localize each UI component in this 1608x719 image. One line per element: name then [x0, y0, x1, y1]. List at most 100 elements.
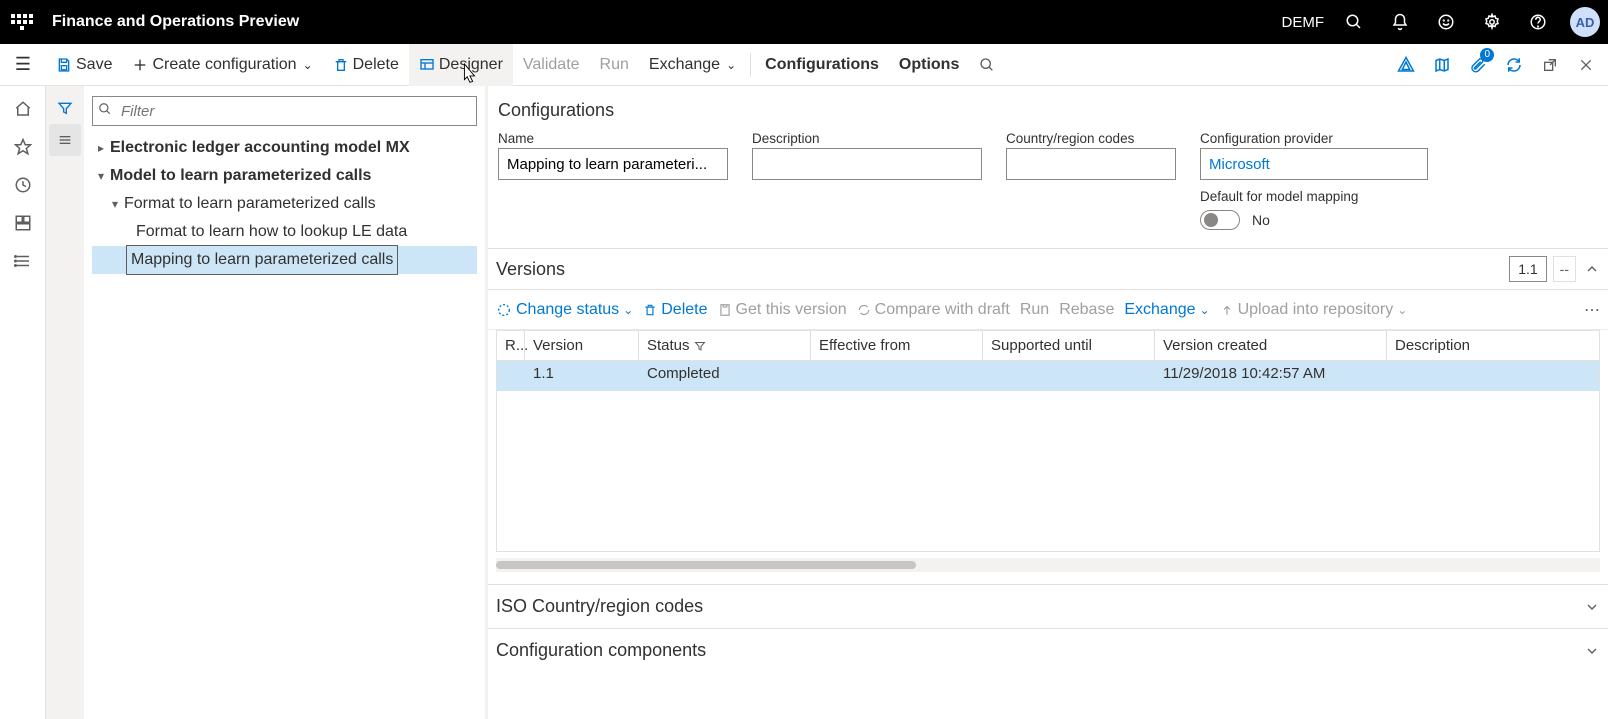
tree-node-label: Electronic ledger accounting model MX [110, 134, 410, 162]
chevron-down-icon [1584, 599, 1600, 615]
tree-node-label: Model to learn parameterized calls [110, 162, 371, 190]
rebase-button: Rebase [1059, 301, 1114, 319]
user-avatar[interactable]: AD [1570, 7, 1600, 37]
app-title: Finance and Operations Preview [44, 13, 299, 31]
chevron-down-icon[interactable]: ▾ [106, 190, 124, 218]
close-icon[interactable] [1568, 44, 1604, 86]
nav-hamburger-button[interactable]: ☰ [0, 44, 46, 86]
attachments-button[interactable]: 0 [1460, 44, 1496, 86]
list-pane-icon[interactable] [49, 124, 81, 156]
country-region-codes-input[interactable] [1006, 148, 1176, 180]
section-iso-label: ISO Country/region codes [496, 596, 703, 617]
section-components-label: Configuration components [496, 640, 706, 661]
delete-label: Delete [353, 56, 399, 74]
configurations-button[interactable]: Configurations [755, 44, 889, 86]
chevron-down-icon [1584, 643, 1600, 659]
column-header-r[interactable]: R... [497, 331, 525, 360]
create-configuration-button[interactable]: Create configuration ⌄ [122, 44, 322, 86]
cell-created: 11/29/2018 10:42:57 AM [1155, 361, 1387, 391]
designer-label: Designer [439, 56, 503, 74]
toolbar-search-button[interactable] [969, 44, 1005, 86]
chevron-down-icon: ⌄ [303, 58, 313, 72]
version-run-button: Run [1020, 301, 1049, 319]
validate-button[interactable]: Validate [513, 44, 590, 86]
workspaces-icon[interactable] [0, 204, 46, 242]
designer-button[interactable]: Designer [409, 44, 513, 86]
attachments-count: 0 [1480, 48, 1494, 62]
tree-node-label: Format to learn parameterized calls [124, 190, 376, 218]
version-sep: -- [1553, 256, 1576, 282]
save-label: Save [76, 56, 112, 74]
search-icon[interactable] [1332, 0, 1376, 44]
section-components[interactable]: Configuration components [488, 628, 1608, 672]
map-icon[interactable] [1424, 44, 1460, 86]
help-icon[interactable] [1516, 0, 1560, 44]
compare-label: Compare with draft [875, 301, 1010, 319]
filter-icon[interactable] [694, 340, 706, 352]
chevron-down-icon[interactable]: ▾ [92, 162, 110, 190]
run-button[interactable]: Run [590, 44, 639, 86]
refresh-icon[interactable] [1496, 44, 1532, 86]
column-header-version[interactable]: Version [525, 331, 639, 360]
field-label-default: Default for model mapping [1200, 189, 1358, 206]
section-title-configurations: Configurations [496, 92, 1600, 131]
tree-node-label: Format to learn how to lookup LE data [136, 218, 407, 246]
tree-filter-input[interactable] [92, 96, 477, 126]
field-label-name: Name [498, 131, 728, 148]
settings-icon[interactable] [1470, 0, 1514, 44]
chevron-up-icon[interactable] [1584, 261, 1600, 277]
company-picker[interactable]: DEMF [1276, 14, 1331, 31]
configurations-label: Configurations [765, 56, 879, 74]
recent-icon[interactable] [0, 166, 46, 204]
chevron-right-icon[interactable]: ▸ [92, 134, 110, 162]
modules-icon[interactable] [0, 242, 46, 280]
description-input[interactable] [752, 148, 982, 180]
column-header-effective[interactable]: Effective from [811, 331, 983, 360]
home-icon[interactable] [0, 90, 46, 128]
configuration-provider-input[interactable] [1200, 148, 1428, 180]
section-iso[interactable]: ISO Country/region codes [488, 584, 1608, 628]
upload-button: Upload into repository ⌄ [1220, 301, 1408, 319]
horizontal-scrollbar[interactable] [496, 558, 1600, 572]
notifications-icon[interactable] [1378, 0, 1422, 44]
upload-label: Upload into repository [1238, 301, 1394, 319]
search-icon [98, 102, 112, 116]
tree-node[interactable]: Format to learn how to lookup LE data [92, 218, 477, 246]
tree-node[interactable]: ▾ Format to learn parameterized calls [92, 190, 477, 218]
column-header-created[interactable]: Version created [1155, 331, 1387, 360]
version-exchange-button[interactable]: Exchange ⌄ [1124, 301, 1209, 319]
field-label-description: Description [752, 131, 982, 148]
save-button[interactable]: Save [46, 44, 122, 86]
options-button[interactable]: Options [889, 44, 969, 86]
toolbar-divider [750, 53, 751, 77]
default-mapping-toggle[interactable] [1200, 210, 1240, 230]
favorites-icon[interactable] [0, 128, 46, 166]
table-row[interactable]: 1.1 Completed 11/29/2018 10:42:57 AM [497, 361, 1599, 391]
validate-label: Validate [523, 56, 580, 74]
change-status-button[interactable]: Change status ⌄ [496, 301, 633, 319]
name-input[interactable] [498, 148, 728, 180]
exchange-button[interactable]: Exchange ⌄ [639, 44, 746, 86]
feedback-icon[interactable] [1424, 0, 1468, 44]
filter-pane-icon[interactable] [49, 92, 81, 124]
change-status-label: Change status [516, 301, 619, 319]
column-header-description[interactable]: Description [1387, 331, 1599, 360]
column-header-status[interactable]: Status [639, 331, 811, 360]
version-delete-button[interactable]: Delete [643, 301, 707, 319]
globe-icon[interactable] [1388, 44, 1424, 86]
tree-node[interactable]: ▸ Electronic ledger accounting model MX [92, 134, 477, 162]
exchange-label: Exchange [649, 56, 720, 74]
more-actions-button[interactable]: ⋯ [1584, 300, 1600, 320]
version-badge[interactable]: 1.1 [1509, 256, 1546, 282]
cell-version: 1.1 [525, 361, 639, 391]
plus-icon [132, 57, 148, 73]
app-launcher-button[interactable] [0, 0, 44, 44]
delete-button[interactable]: Delete [323, 44, 409, 86]
cell-effective [811, 361, 983, 391]
chevron-down-icon: ⌄ [1200, 303, 1210, 317]
cell-supported [983, 361, 1155, 391]
tree-node-selected[interactable]: Mapping to learn parameterized calls [92, 246, 477, 274]
tree-node[interactable]: ▾ Model to learn parameterized calls [92, 162, 477, 190]
popout-icon[interactable] [1532, 44, 1568, 86]
column-header-supported[interactable]: Supported until [983, 331, 1155, 360]
